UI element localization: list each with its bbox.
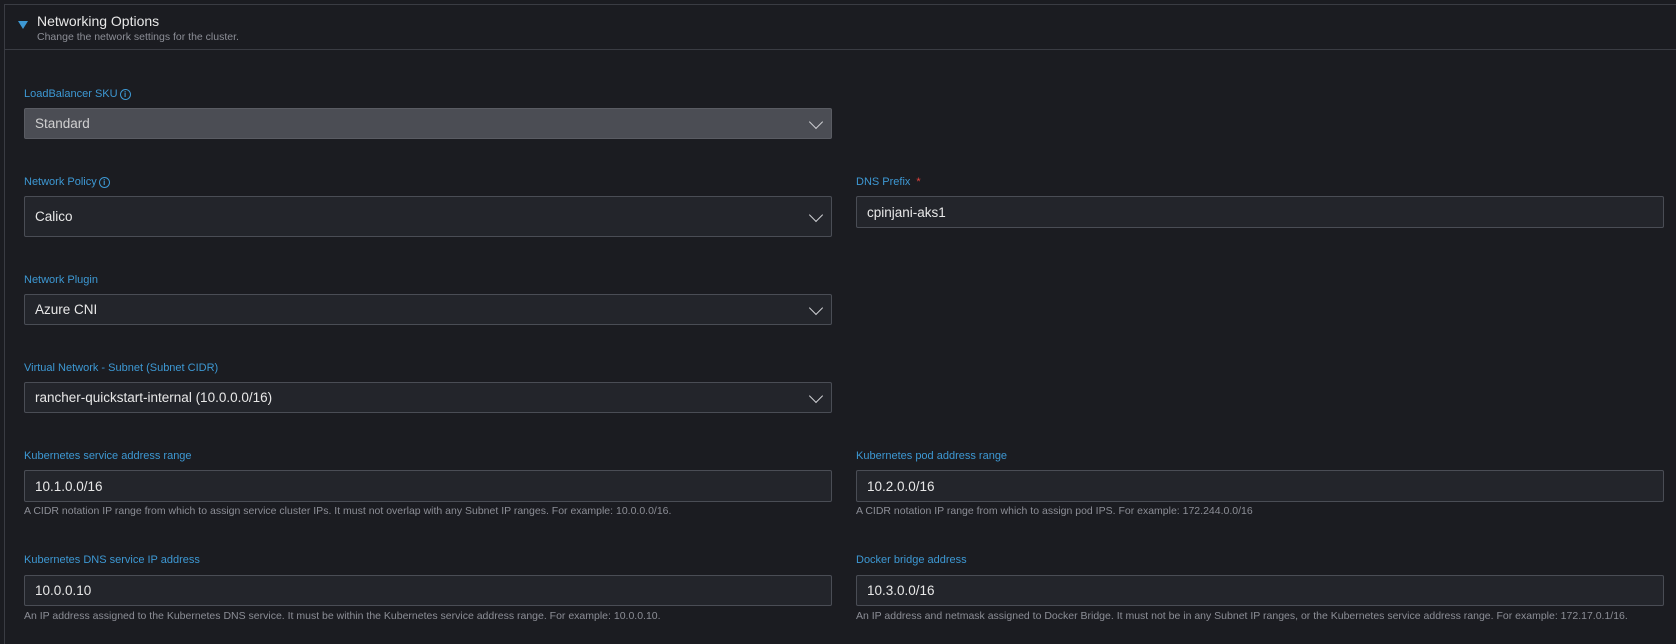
pod-range-value: 10.2.0.0/16 (867, 478, 935, 494)
network-plugin-select[interactable]: Azure CNI (24, 294, 832, 325)
dns-service-ip-input[interactable]: 10.0.0.10 (24, 575, 832, 606)
dns-service-ip-label: Kubernetes DNS service IP address (24, 554, 200, 566)
info-icon[interactable]: i (119, 89, 131, 100)
section-title: Networking Options (37, 13, 160, 29)
pod-range-label: Kubernetes pod address range (856, 450, 1008, 462)
chevron-down-icon (808, 300, 824, 315)
chevron-down-icon (808, 114, 824, 129)
required-marker: * (916, 176, 921, 188)
chevron-down-icon (808, 388, 824, 403)
service-range-value: 10.1.0.0/16 (35, 478, 103, 494)
docker-bridge-input[interactable]: 10.3.0.0/16 (856, 575, 1664, 606)
docker-bridge-help: An IP address and netmask assigned to Do… (856, 610, 1628, 622)
info-icon[interactable]: i (98, 177, 110, 188)
network-policy-label: Network Policy i (24, 176, 110, 188)
docker-bridge-value: 10.3.0.0/16 (867, 583, 935, 598)
network-policy-value: Calico (35, 209, 73, 224)
collapse-caret-icon[interactable] (18, 21, 28, 29)
vnet-subnet-select[interactable]: rancher-quickstart-internal (10.0.0.0/16… (24, 382, 832, 413)
chevron-down-icon (808, 207, 824, 222)
network-policy-select[interactable]: Calico (24, 196, 832, 237)
vnet-subnet-label: Virtual Network - Subnet (Subnet CIDR) (24, 362, 219, 374)
pod-range-help: A CIDR notation IP range from which to a… (856, 505, 1253, 517)
section-header[interactable]: Networking Options Change the network se… (5, 5, 1676, 50)
dns-prefix-value: cpinjani-aks1 (867, 204, 946, 220)
service-range-input[interactable]: 10.1.0.0/16 (24, 470, 832, 502)
network-plugin-value: Azure CNI (35, 302, 98, 317)
dns-prefix-input[interactable]: cpinjani-aks1 (856, 196, 1664, 228)
network-plugin-label: Network Plugin (24, 274, 98, 286)
lb-sku-label: LoadBalancer SKU i (24, 88, 131, 100)
service-range-label: Kubernetes service address range (24, 450, 192, 462)
dns-prefix-label: DNS Prefix * (856, 176, 921, 188)
lb-sku-select[interactable]: Standard (24, 108, 832, 139)
dns-service-ip-value: 10.0.0.10 (35, 583, 92, 598)
vnet-subnet-value: rancher-quickstart-internal (10.0.0.0/16… (35, 390, 273, 405)
pod-range-input[interactable]: 10.2.0.0/16 (856, 470, 1664, 502)
section-subtitle: Change the network settings for the clus… (37, 31, 239, 43)
docker-bridge-label: Docker bridge address (856, 554, 967, 566)
service-range-help: A CIDR notation IP range from which to a… (24, 505, 672, 517)
lb-sku-value: Standard (35, 116, 90, 131)
dns-service-ip-help: An IP address assigned to the Kubernetes… (24, 610, 661, 622)
